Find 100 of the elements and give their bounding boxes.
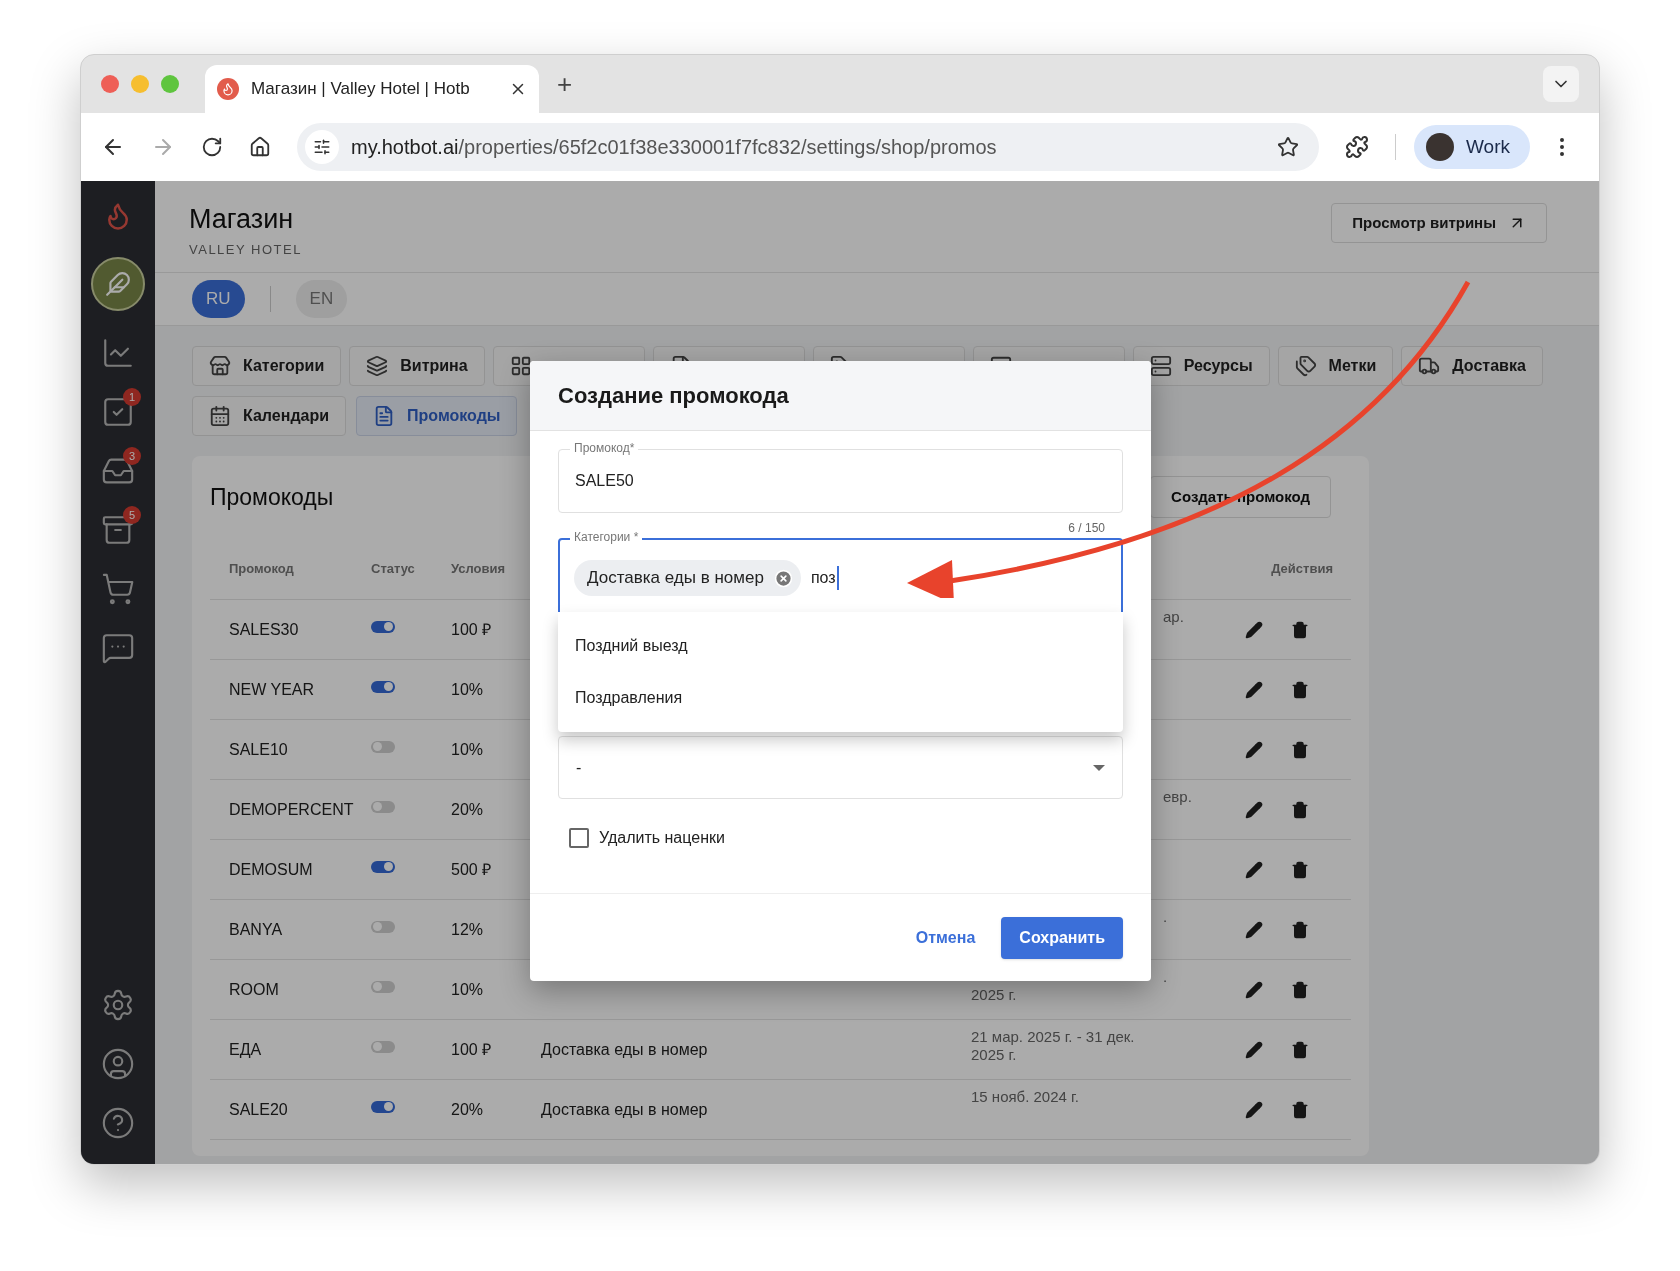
- edit-icon[interactable]: [1245, 860, 1263, 879]
- date-text: .: [1163, 908, 1169, 926]
- edit-icon[interactable]: [1245, 920, 1263, 939]
- card-title: Промокоды: [210, 482, 334, 512]
- profile-name: Work: [1466, 134, 1510, 159]
- table-cell: Доставка еды в номер: [541, 1100, 708, 1118]
- status-toggle[interactable]: [371, 1040, 395, 1053]
- edit-icon[interactable]: [1245, 800, 1263, 819]
- search-input[interactable]: поз: [810, 566, 839, 590]
- edit-icon[interactable]: [1245, 980, 1263, 999]
- page-subtitle: VALLEY HOTEL: [189, 240, 302, 259]
- delete-icon[interactable]: [1291, 1100, 1309, 1119]
- table-cell-text: 20%: [451, 799, 485, 820]
- delete-icon[interactable]: [1291, 860, 1309, 879]
- save-button[interactable]: Сохранить: [1001, 916, 1123, 959]
- bookmark-star-icon[interactable]: [1277, 136, 1299, 158]
- table-cell-text: 100 ₽: [451, 1039, 493, 1060]
- date-text: 2025 г.: [971, 986, 1018, 1004]
- edit-icon[interactable]: [1245, 740, 1263, 759]
- date-text: ар.: [1163, 608, 1185, 626]
- home-icon[interactable]: [249, 136, 271, 158]
- table-cell-text: 20%: [451, 1099, 485, 1120]
- status-toggle[interactable]: [371, 800, 395, 813]
- status-toggle[interactable]: [371, 1100, 395, 1113]
- table-cell-text: 10%: [451, 679, 485, 700]
- table-cell-text: SALE20: [228, 1099, 289, 1120]
- suggestion-option[interactable]: Поздний выезд: [558, 620, 1123, 672]
- cart-icon[interactable]: [101, 571, 135, 606]
- reload-icon[interactable]: [201, 136, 223, 158]
- site-settings-icon[interactable]: [305, 130, 339, 164]
- tab[interactable]: Метки: [1277, 346, 1394, 386]
- table-cell-text: 10%: [451, 739, 485, 760]
- tab[interactable]: Витрина: [349, 346, 485, 386]
- user-icon[interactable]: [101, 1046, 135, 1081]
- extensions-icon[interactable]: [1345, 135, 1369, 159]
- remove-icon[interactable]: [773, 568, 793, 588]
- address-bar[interactable]: my.hotbot.ai/properties/65f2c01f38e330001f7fc832/settings/shop/promos: [297, 123, 1319, 171]
- tab[interactable]: Ресурсы: [1132, 346, 1270, 386]
- column-header: Действия: [1271, 559, 1334, 578]
- date-text: 21 мар. 2025 г. - 31 дек.: [971, 1028, 1136, 1046]
- settings-icon[interactable]: [101, 987, 135, 1022]
- delete-icon[interactable]: [1291, 980, 1309, 999]
- view-storefront-button[interactable]: Просмотр витрины: [1331, 203, 1547, 243]
- status-toggle[interactable]: [371, 740, 395, 753]
- property-avatar[interactable]: [91, 257, 145, 311]
- cancel-button[interactable]: Отмена: [915, 925, 976, 950]
- tab[interactable]: Календари: [192, 396, 347, 436]
- url-text: my.hotbot.ai/properties/65f2c01f38e330001f7fc832/settings/shop/promos: [351, 135, 997, 160]
- category-chip[interactable]: Доставка еды в номер: [574, 560, 801, 596]
- status-toggle[interactable]: [371, 920, 395, 933]
- date-text: 15 нояб. 2024 г.: [971, 1088, 1080, 1106]
- tab[interactable]: Доставка: [1401, 346, 1543, 386]
- status-toggle[interactable]: [371, 860, 395, 873]
- grid-icon: [509, 355, 532, 377]
- table-cell-text: NEW YEAR: [228, 679, 316, 700]
- delete-icon[interactable]: [1291, 800, 1309, 819]
- delete-icon[interactable]: [1291, 680, 1309, 699]
- delete-icon[interactable]: [1291, 740, 1309, 759]
- field-label: Промокод*: [570, 441, 639, 455]
- tab[interactable]: Категории: [192, 346, 342, 386]
- delete-icon[interactable]: [1291, 920, 1309, 939]
- browser-tab[interactable]: Магазин | Valley Hotel | Hotb: [205, 65, 539, 113]
- checkbox-label: Удалить наценки: [599, 828, 725, 848]
- status-toggle[interactable]: [371, 980, 395, 993]
- profile-button[interactable]: Work: [1414, 125, 1530, 169]
- date-text: 2025 г.: [971, 1046, 1018, 1064]
- table-cell-text: SALE10: [228, 739, 289, 760]
- table-cell-text: BANYA: [228, 919, 284, 940]
- edit-icon[interactable]: [1245, 620, 1263, 639]
- help-icon[interactable]: [101, 1105, 135, 1140]
- table-cell-text: 12%: [451, 919, 485, 940]
- tags-icon: [1294, 355, 1317, 377]
- tab[interactable]: Промокоды: [356, 396, 518, 436]
- new-tab-button[interactable]: +: [557, 71, 573, 97]
- delete-icon[interactable]: [1291, 1040, 1309, 1059]
- suggestion-option[interactable]: Поздравления: [558, 672, 1123, 724]
- server-icon: [1149, 355, 1172, 377]
- select-field[interactable]: -: [558, 736, 1123, 799]
- field-value: -: [576, 757, 582, 778]
- flame-icon: [217, 78, 239, 100]
- column-header: Промокод: [228, 559, 295, 578]
- edit-icon[interactable]: [1245, 1100, 1263, 1119]
- status-toggle[interactable]: [371, 620, 395, 633]
- language-button[interactable]: RU: [192, 280, 245, 318]
- table-cell-text: ЕДА: [228, 1039, 263, 1060]
- dialog-title: Создание промокода: [558, 382, 789, 410]
- table-cell-text: DEMOPERCENT: [228, 799, 355, 820]
- tab-title: Магазин | Valley Hotel | Hotb: [251, 78, 470, 101]
- edit-icon[interactable]: [1245, 680, 1263, 699]
- status-toggle[interactable]: [371, 680, 395, 693]
- checkbox[interactable]: [569, 828, 589, 848]
- delete-icon[interactable]: [1291, 620, 1309, 639]
- date-text: евр.: [1163, 788, 1193, 806]
- column-header: Условия: [451, 559, 507, 578]
- close-window-button[interactable]: [101, 75, 119, 93]
- edit-icon[interactable]: [1245, 1040, 1263, 1059]
- table-cell-text: ROOM: [228, 979, 280, 1000]
- notification-badge: 1: [123, 388, 141, 406]
- table-cell-text: 100 ₽: [451, 619, 493, 640]
- cards-icon: [366, 355, 389, 377]
